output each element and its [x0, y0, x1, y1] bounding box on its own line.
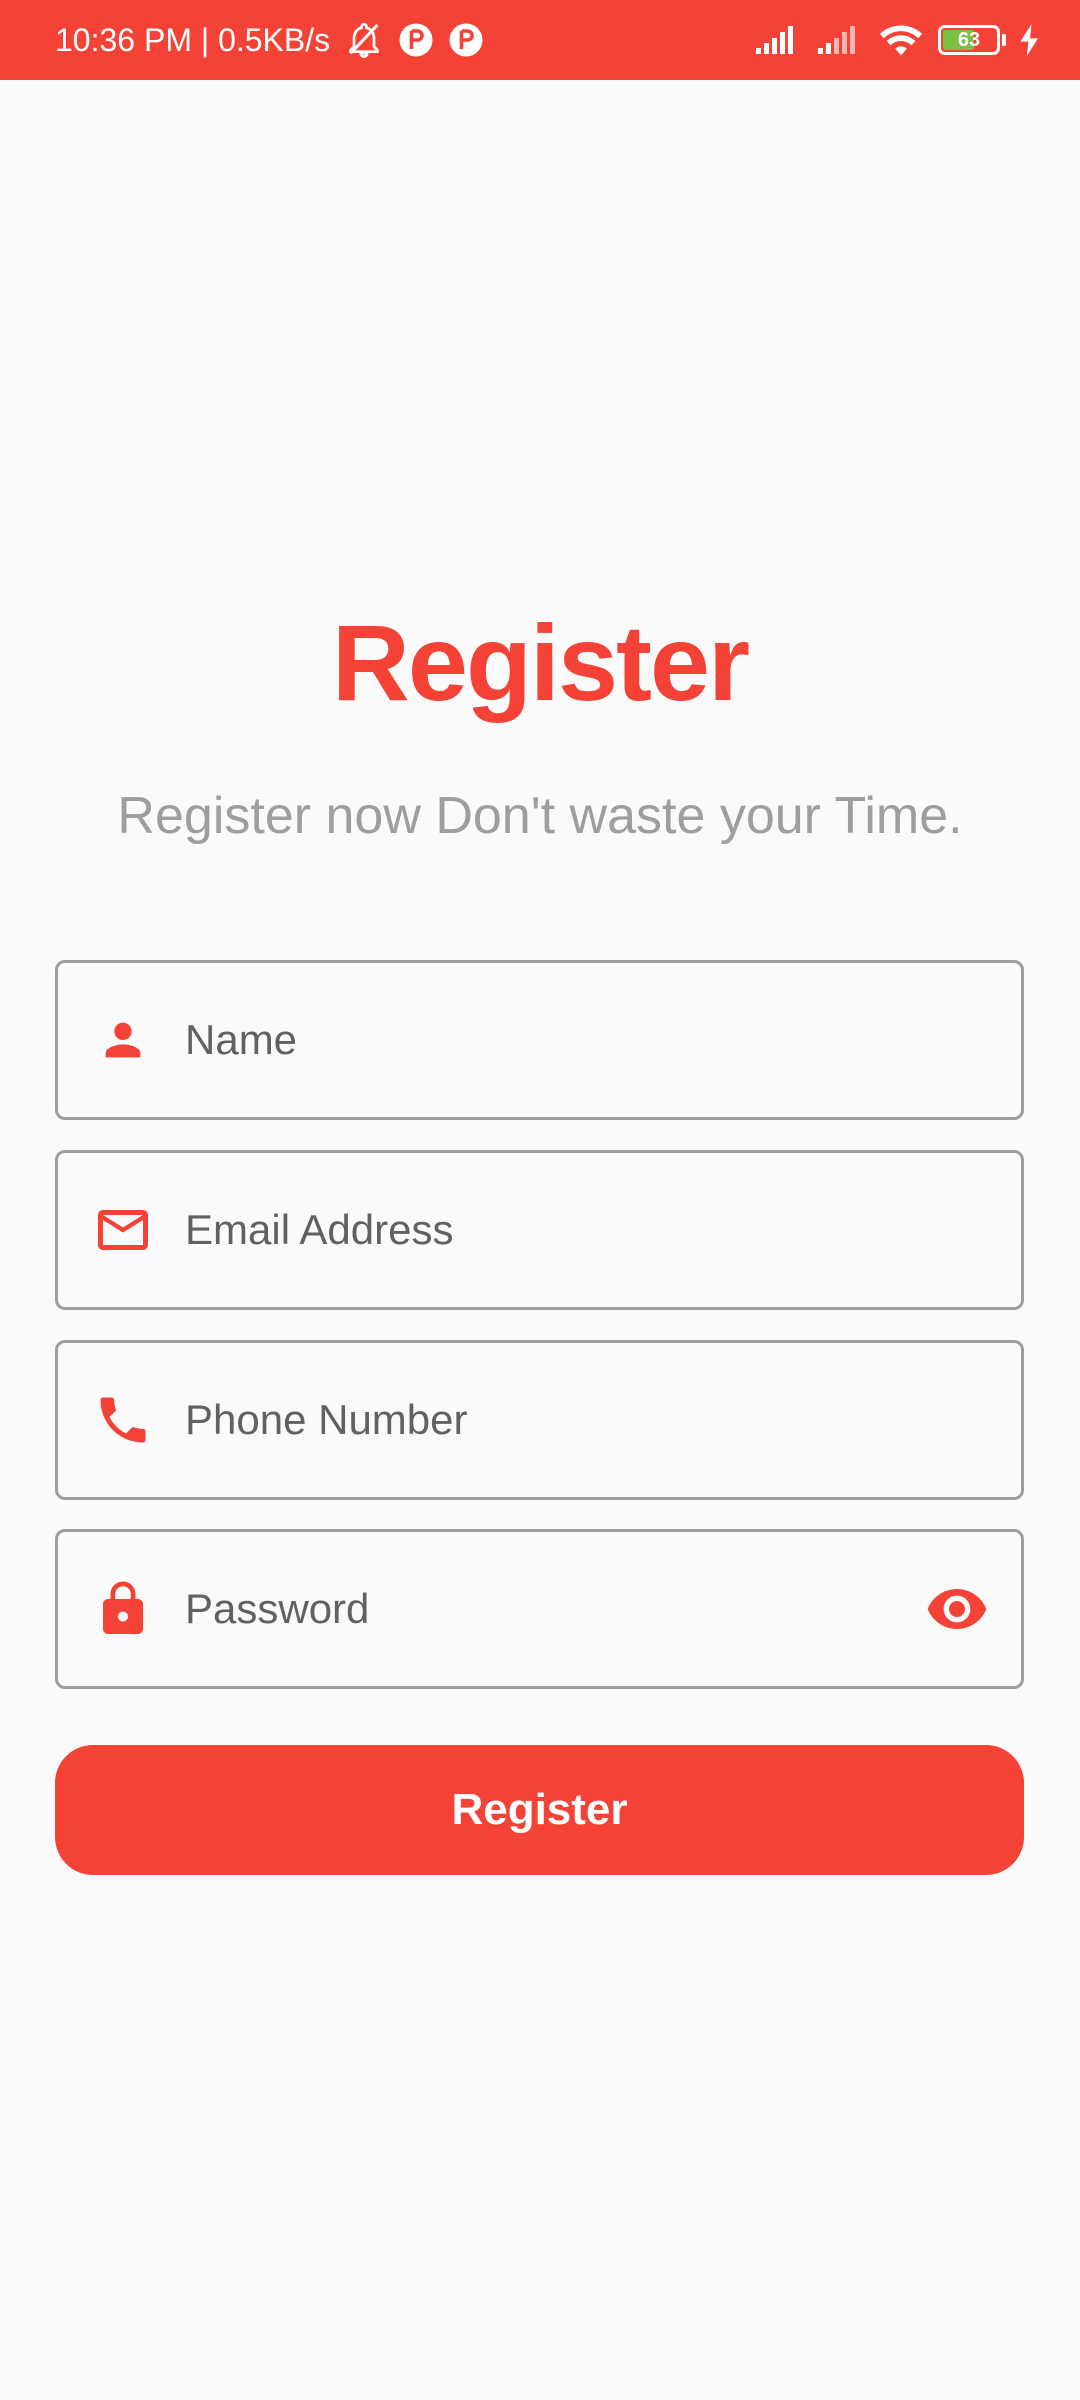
page-subtitle: Register now Don't waste your Time. — [117, 787, 963, 845]
name-field[interactable] — [55, 960, 1024, 1120]
charging-icon — [1020, 24, 1040, 56]
wifi-icon — [878, 22, 924, 58]
app-notification-icon — [448, 22, 484, 58]
page-title: Register — [331, 602, 750, 723]
signal-icon — [754, 24, 802, 56]
mail-icon — [91, 1198, 155, 1262]
battery-icon: 63 — [938, 25, 1000, 55]
register-button[interactable]: Register — [55, 1745, 1024, 1875]
email-input[interactable] — [183, 1205, 1021, 1255]
status-bar: 10:36 PM | 0.5KB/s 63 — [0, 0, 1080, 80]
phone-icon — [91, 1388, 155, 1452]
name-input[interactable] — [183, 1015, 1021, 1065]
password-field[interactable] — [55, 1529, 1024, 1689]
battery-level: 63 — [957, 28, 981, 51]
eye-icon[interactable] — [925, 1577, 989, 1641]
phone-input[interactable] — [183, 1395, 1021, 1445]
email-field[interactable] — [55, 1150, 1024, 1310]
status-right: 63 — [754, 22, 1040, 58]
lock-icon — [91, 1577, 155, 1641]
app-notification-icon — [398, 22, 434, 58]
person-icon — [91, 1008, 155, 1072]
battery-tip — [1002, 34, 1006, 46]
status-time-speed: 10:36 PM | 0.5KB/s — [55, 21, 331, 58]
signal-icon — [816, 24, 864, 56]
mute-bell-icon — [344, 20, 384, 60]
status-left: 10:36 PM | 0.5KB/s — [55, 20, 484, 60]
phone-field[interactable] — [55, 1340, 1024, 1500]
password-input[interactable] — [183, 1584, 925, 1634]
